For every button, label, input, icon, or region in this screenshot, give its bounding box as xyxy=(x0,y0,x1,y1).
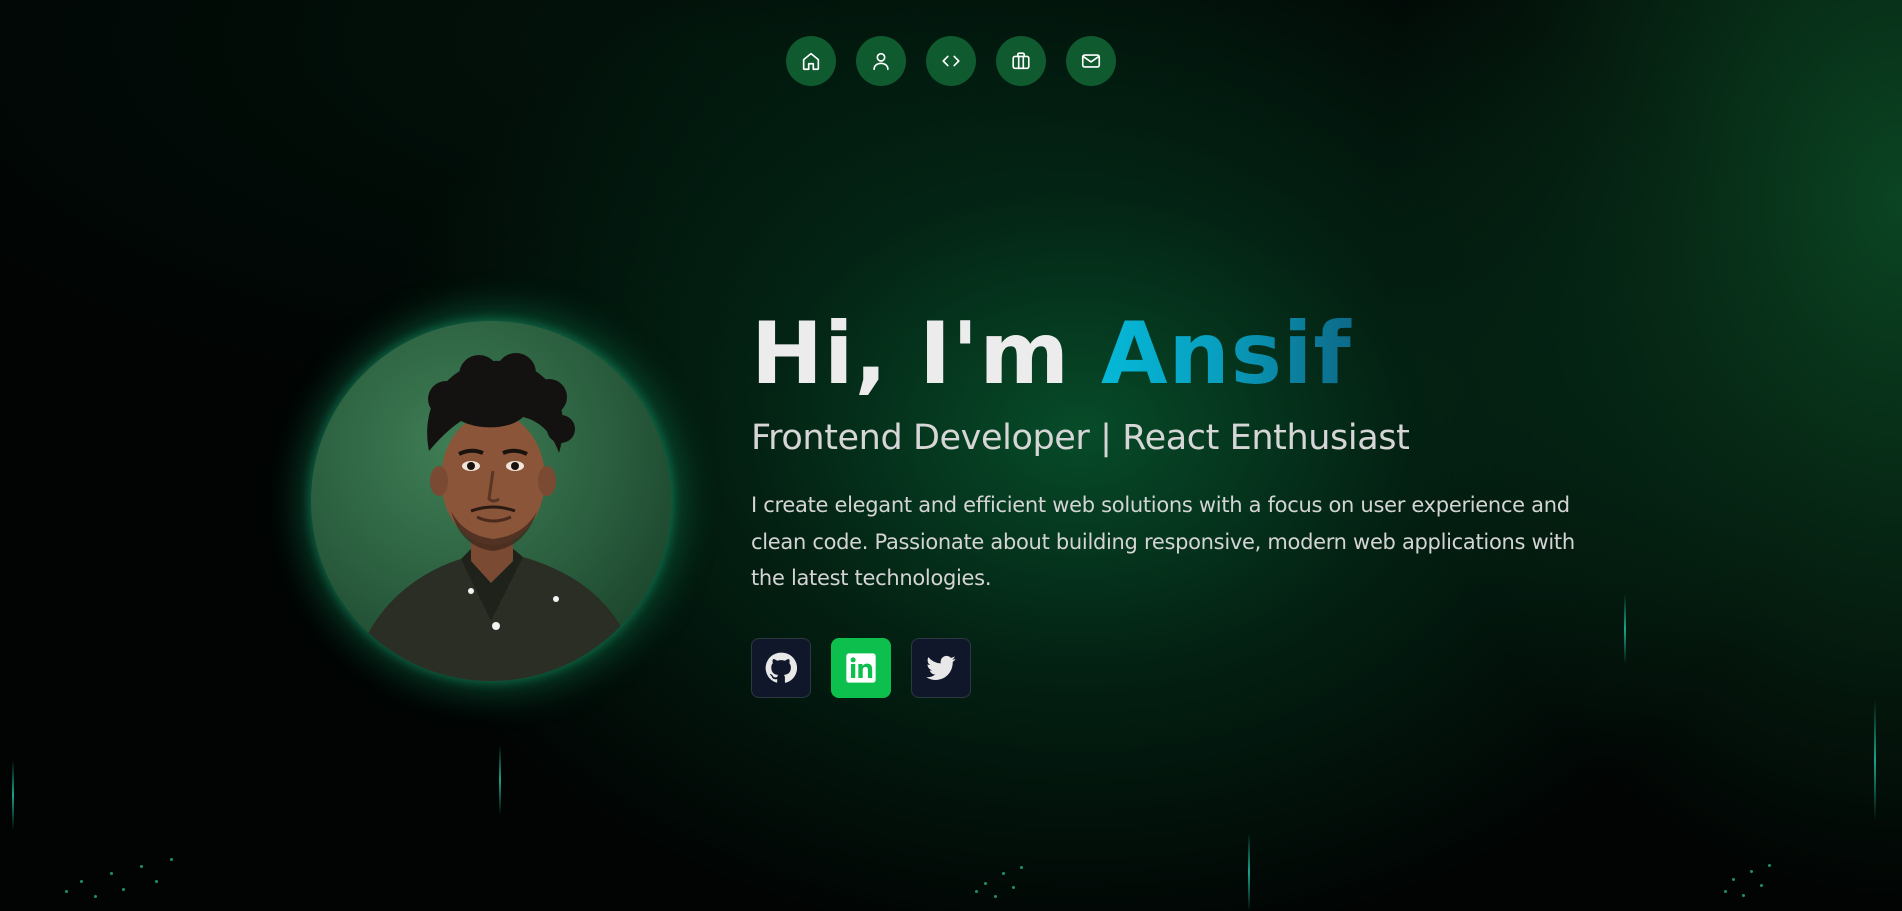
social-links xyxy=(751,638,971,698)
decorative-streak xyxy=(12,760,14,830)
decorative-streak xyxy=(499,745,501,815)
home-icon xyxy=(802,52,820,71)
hero-section: Hi, I'm Ansif Frontend Developer | React… xyxy=(751,302,1631,597)
code-icon xyxy=(942,55,960,67)
hero-subtitle: Frontend Developer | React Enthusiast xyxy=(751,418,1410,458)
twitter-icon xyxy=(926,655,956,680)
decorative-streak xyxy=(1248,833,1250,911)
decorative-streak xyxy=(1624,594,1626,664)
top-nav xyxy=(786,36,1116,86)
decorative-particles xyxy=(970,860,1030,910)
github-link[interactable] xyxy=(751,638,811,698)
github-icon xyxy=(765,652,797,683)
hero-name: Ansif xyxy=(1100,304,1352,404)
nav-experience-button[interactable] xyxy=(996,36,1046,86)
briefcase-icon xyxy=(1012,52,1030,70)
twitter-link[interactable] xyxy=(911,638,971,698)
decorative-streak xyxy=(1874,700,1876,820)
nav-contact-button[interactable] xyxy=(1066,36,1116,86)
hero-title: Hi, I'm Ansif xyxy=(751,302,1631,406)
user-icon xyxy=(873,52,889,71)
linkedin-link[interactable] xyxy=(831,638,891,698)
profile-photo xyxy=(311,321,671,681)
decorative-particles xyxy=(60,850,180,910)
decorative-particles xyxy=(1720,860,1780,910)
hero-description: I create elegant and efficient web solut… xyxy=(751,493,1575,590)
nav-projects-button[interactable] xyxy=(926,36,976,86)
nav-about-button[interactable] xyxy=(856,36,906,86)
mail-icon xyxy=(1081,54,1101,68)
nav-home-button[interactable] xyxy=(786,36,836,86)
profile-avatar xyxy=(311,321,671,681)
hero-greeting: Hi, I'm xyxy=(751,304,1101,404)
linkedin-icon xyxy=(846,653,876,683)
